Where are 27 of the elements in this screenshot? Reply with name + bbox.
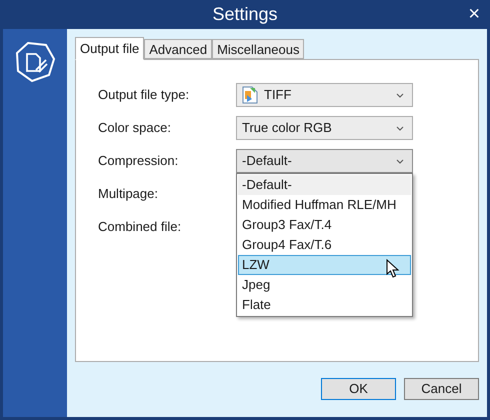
field-label: Compression:	[98, 152, 180, 170]
caret-icon	[396, 93, 404, 98]
dropdown-option[interactable]: -Default-	[238, 175, 411, 195]
dropdown-select[interactable]: True color RGB	[236, 116, 413, 140]
dropdown-option[interactable]: LZW	[238, 255, 411, 275]
field-label: Multipage:	[98, 185, 159, 204]
field-label: Color space:	[98, 119, 172, 138]
tab[interactable]: Advanced	[144, 39, 212, 59]
caret-icon	[396, 126, 404, 131]
dropdown-option[interactable]: Group3 Fax/T.4	[238, 215, 411, 235]
document-logo-icon	[14, 41, 56, 83]
ok-button[interactable]: OK	[321, 378, 396, 400]
tab[interactable]: Output file	[75, 37, 144, 60]
dropdown-option[interactable]: Modified Huffman RLE/MH	[238, 195, 411, 215]
dropdown-select[interactable]: TIFF	[236, 83, 413, 107]
close-button[interactable]: ×	[468, 3, 480, 25]
mouse-pointer-icon	[386, 259, 400, 279]
caret-icon	[396, 159, 404, 164]
cancel-button[interactable]: Cancel	[404, 378, 479, 400]
dropdown-option[interactable]: Flate	[238, 295, 411, 315]
dropdown-option[interactable]: Jpeg	[238, 275, 411, 295]
window-title: Settings	[212, 3, 278, 26]
dropdown-select[interactable]: -Default-	[236, 149, 413, 173]
dropdown-option[interactable]: Group4 Fax/T.6	[238, 235, 411, 255]
field-label: Combined file:	[98, 218, 182, 236]
field-label: Output file type:	[98, 86, 190, 104]
tab[interactable]: Miscellaneous	[212, 39, 304, 59]
